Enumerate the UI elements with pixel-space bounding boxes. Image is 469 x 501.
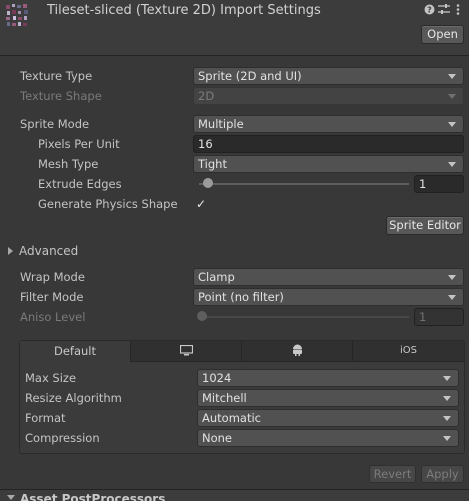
checkmark-icon: ✓ (195, 197, 207, 211)
help-icon[interactable]: ? (424, 4, 435, 18)
texture-shape-dropdown: 2D (193, 87, 464, 105)
pixels-per-unit-field[interactable]: 16 (193, 135, 464, 153)
kebab-menu-icon[interactable] (456, 4, 460, 18)
filter-mode-dropdown[interactable]: Point (no filter) (193, 288, 464, 306)
open-button[interactable]: Open (421, 25, 464, 44)
texture-type-dropdown[interactable]: Sprite (2D and UI) (193, 67, 464, 85)
tab-default-label: Default (53, 344, 97, 358)
advanced-foldout[interactable]: Advanced (8, 244, 78, 258)
triangle-down-icon (7, 495, 15, 500)
chevron-down-icon (443, 396, 451, 401)
sprite-editor-button[interactable]: Sprite Editor (386, 216, 464, 235)
advanced-label: Advanced (19, 244, 79, 258)
aniso-level-slider-handle (197, 311, 207, 321)
format-dropdown[interactable]: Automatic (197, 409, 459, 427)
filter-mode-value: Point (no filter) (198, 290, 284, 304)
extrude-edges-slider-handle[interactable] (203, 178, 214, 188)
max-size-dropdown[interactable]: 1024 (197, 369, 459, 387)
aniso-level-label: Aniso Level (20, 310, 86, 324)
texture-shape-value: 2D (198, 89, 215, 103)
texture-type-value: Sprite (2D and UI) (198, 69, 302, 83)
chevron-down-icon (448, 94, 456, 99)
pixels-per-unit-label: Pixels Per Unit (38, 137, 120, 151)
tab-ios[interactable]: iOS (352, 341, 464, 362)
mesh-type-label: Mesh Type (38, 157, 99, 171)
sprite-mode-dropdown[interactable]: Multiple (193, 115, 464, 133)
wrap-mode-dropdown[interactable]: Clamp (193, 268, 464, 286)
wrap-mode-value: Clamp (198, 270, 235, 284)
extrude-edges-slider-track[interactable] (199, 183, 409, 185)
format-label: Format (25, 411, 66, 425)
inspector-title: Tileset-sliced (Texture 2D) Import Setti… (47, 3, 321, 18)
wrap-mode-label: Wrap Mode (20, 270, 85, 284)
chevron-down-icon (448, 295, 456, 300)
chevron-down-icon (448, 162, 456, 167)
extrude-edges-field[interactable]: 1 (414, 175, 464, 193)
apply-button[interactable]: Apply (421, 465, 464, 483)
resize-algorithm-dropdown[interactable]: Mitchell (197, 389, 459, 407)
revert-button[interactable]: Revert (369, 465, 416, 483)
monitor-icon (179, 344, 193, 356)
compression-dropdown[interactable]: None (197, 429, 459, 447)
chevron-down-icon (443, 436, 451, 441)
compression-label: Compression (25, 431, 100, 445)
extrude-edges-label: Extrude Edges (38, 177, 122, 191)
generate-physics-shape-label: Generate Physics Shape (38, 197, 178, 211)
texture-thumbnail (4, 2, 32, 30)
max-size-label: Max Size (25, 371, 77, 385)
triangle-right-icon (8, 247, 13, 255)
format-value: Automatic (202, 411, 261, 425)
chevron-down-icon (443, 376, 451, 381)
android-icon (292, 344, 302, 356)
tab-standalone[interactable] (130, 341, 241, 362)
max-size-value: 1024 (202, 371, 232, 385)
sliders-icon[interactable] (438, 4, 450, 18)
svg-text:?: ? (427, 6, 432, 15)
texture-type-label: Texture Type (20, 69, 93, 83)
chevron-down-icon (448, 122, 456, 127)
tab-ios-label: iOS (400, 345, 417, 356)
chevron-down-icon (443, 416, 451, 421)
mesh-type-dropdown[interactable]: Tight (193, 155, 464, 173)
sprite-mode-value: Multiple (198, 117, 244, 131)
mesh-type-value: Tight (198, 157, 227, 171)
chevron-down-icon (448, 74, 456, 79)
resize-algorithm-label: Resize Algorithm (25, 391, 122, 405)
chevron-down-icon (448, 275, 456, 280)
compression-value: None (202, 431, 233, 445)
sprite-mode-label: Sprite Mode (20, 117, 90, 131)
aniso-level-field: 1 (414, 308, 464, 326)
aniso-level-slider-track (199, 316, 409, 318)
asset-postprocessors-header[interactable]: Asset PostProcessors (0, 490, 469, 501)
tab-default[interactable]: Default (20, 341, 130, 362)
filter-mode-label: Filter Mode (20, 290, 84, 304)
resize-algorithm-value: Mitchell (202, 391, 247, 405)
generate-physics-shape-checkbox[interactable]: ✓ (194, 197, 208, 211)
asset-postprocessors-label: Asset PostProcessors (20, 492, 166, 501)
texture-shape-label: Texture Shape (20, 89, 102, 103)
tab-android[interactable] (241, 341, 352, 362)
